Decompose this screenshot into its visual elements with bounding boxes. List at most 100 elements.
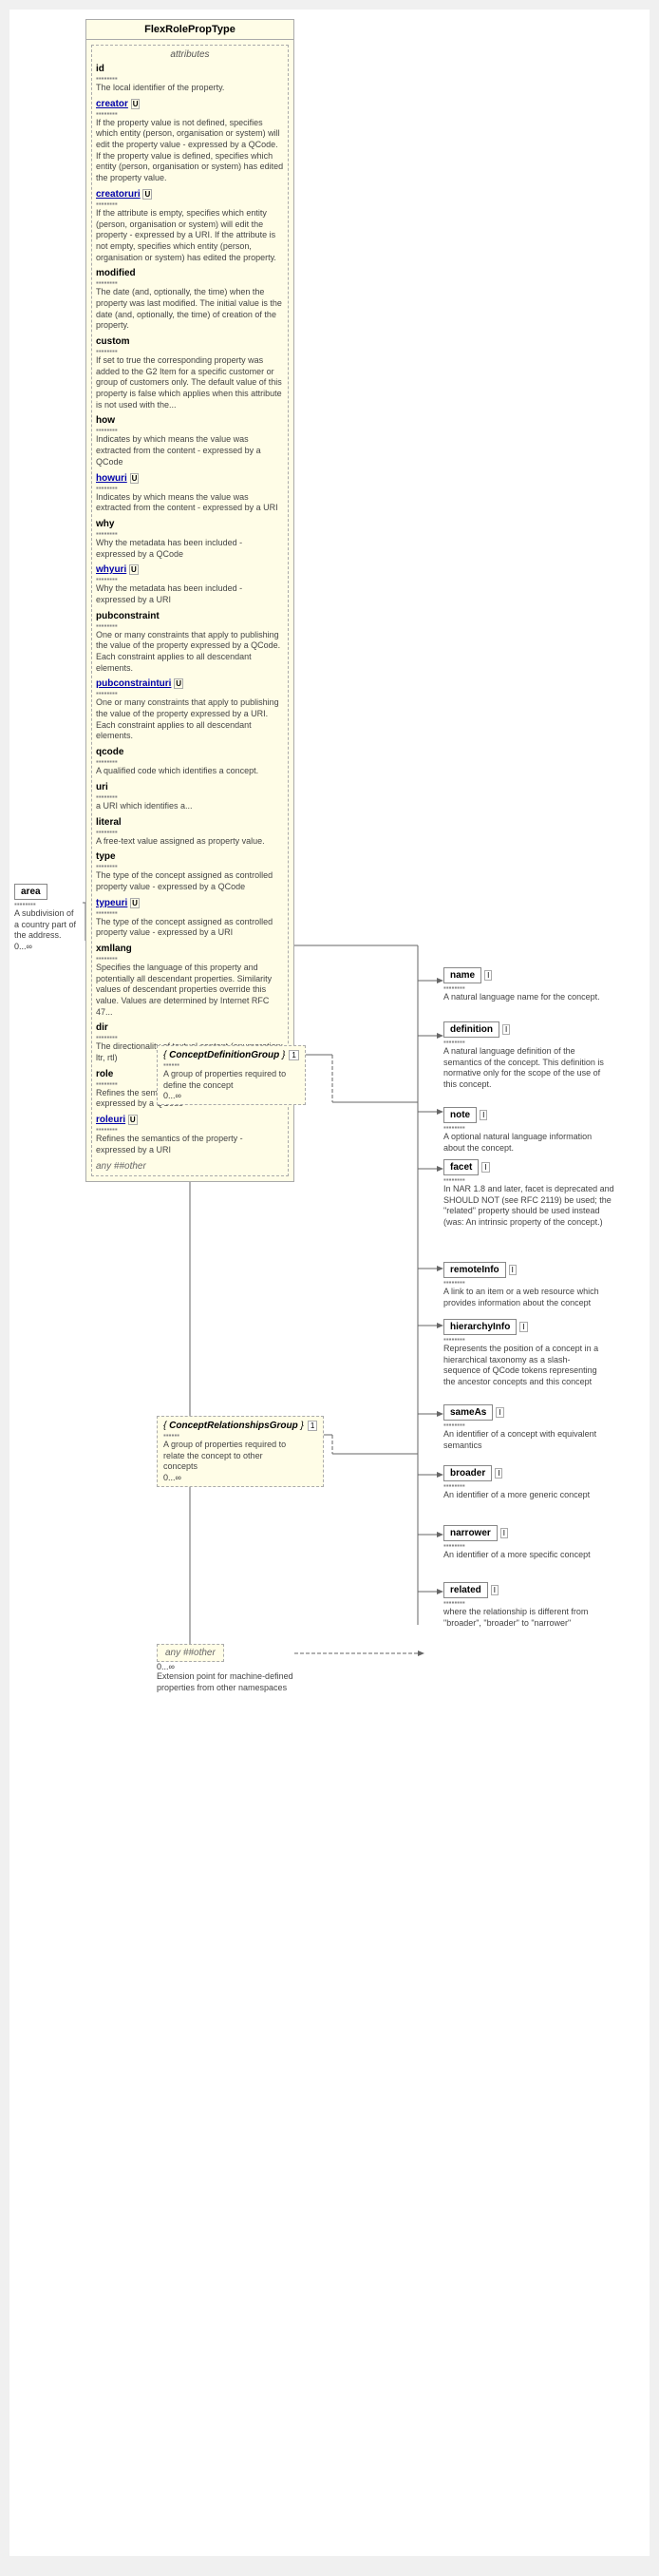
cdg-mult-badge: 1 [289, 1050, 298, 1060]
hierarchyinfo-desc: Represents the position of a concept in … [443, 1344, 605, 1388]
attr-qcode-name: qcode [96, 747, 284, 757]
attr-type-name: type [96, 851, 284, 862]
attr-modified-name: modified [96, 268, 284, 278]
attr-whyuri-dots: ▪▪▪▪▪▪▪▪ [96, 575, 284, 583]
definition-box: definition [443, 1021, 499, 1038]
attr-creator: creator U ▪▪▪▪▪▪▪▪ If the property value… [96, 99, 284, 184]
crg-mult-badge: 1 [308, 1421, 317, 1431]
concept-def-group: { ConceptDefinitionGroup } 1 ▪▪▪▪▪▪ A gr… [157, 1045, 306, 1105]
attr-pubconstrainturi: pubconstrainturi U ▪▪▪▪▪▪▪▪ One or many … [96, 678, 284, 742]
note-box: note [443, 1107, 477, 1123]
attr-id-dots: ▪▪▪▪▪▪▪▪ [96, 74, 284, 83]
attr-xmllang-desc: Specifies the language of this property … [96, 963, 284, 1018]
related-desc: where the relationship is different from… [443, 1607, 614, 1629]
attr-why-dots: ▪▪▪▪▪▪▪▪ [96, 529, 284, 538]
attr-qcode-desc: A qualified code which identifies a conc… [96, 766, 284, 777]
attr-pubconstrainturi-desc: One or many constraints that apply to pu… [96, 697, 284, 742]
concept-rel-group-name: { ConceptRelationshipsGroup } [163, 1421, 304, 1431]
broader-desc: An identifier of a more generic concept [443, 1490, 590, 1501]
attr-whyuri: whyuri U ▪▪▪▪▪▪▪▪ Why the metadata has b… [96, 564, 284, 605]
attr-literal-dots: ▪▪▪▪▪▪▪▪ [96, 828, 284, 836]
narrower-box: narrower [443, 1525, 498, 1541]
attr-typeuri-dots: ▪▪▪▪▪▪▪▪ [96, 908, 284, 917]
hierarchyinfo-box: hierarchyInfo [443, 1319, 517, 1335]
related-dots: ▪▪▪▪▪▪▪▪ [443, 1598, 614, 1607]
attr-creator-dots: ▪▪▪▪▪▪▪▪ [96, 109, 284, 118]
broader-box: broader [443, 1465, 492, 1481]
attr-id-name: id [96, 64, 284, 74]
attr-custom: custom ▪▪▪▪▪▪▪▪ If set to true the corre… [96, 336, 284, 410]
attr-whyuri-desc: Why the metadata has been included - exp… [96, 583, 284, 605]
narrower-element: narrower I ▪▪▪▪▪▪▪▪ An identifier of a m… [443, 1525, 591, 1561]
attr-pubconstraint: pubconstraint ▪▪▪▪▪▪▪▪ One or many const… [96, 611, 284, 675]
concept-def-group-name: { ConceptDefinitionGroup } [163, 1050, 285, 1060]
related-element: related I ▪▪▪▪▪▪▪▪ where the relationshi… [443, 1582, 614, 1629]
attr-custom-name: custom [96, 336, 284, 347]
attr-type-dots: ▪▪▪▪▪▪▪▪ [96, 862, 284, 870]
attr-whyuri-name: whyuri U [96, 564, 284, 575]
attr-xmllang-dots: ▪▪▪▪▪▪▪▪ [96, 954, 284, 963]
concept-rel-group-dots: ▪▪▪▪▪▪ [163, 1431, 317, 1440]
attr-typeuri: typeuri U ▪▪▪▪▪▪▪▪ The type of the conce… [96, 898, 284, 939]
hierarchyinfo-element: hierarchyInfo I ▪▪▪▪▪▪▪▪ Represents the … [443, 1319, 605, 1388]
area-multiplicity: 0...∞ [14, 942, 81, 951]
remoteinfo-badge: I [509, 1265, 517, 1275]
attr-modified: modified ▪▪▪▪▪▪▪▪ The date (and, optiona… [96, 268, 284, 332]
attr-literal: literal ▪▪▪▪▪▪▪▪ A free-text value assig… [96, 817, 284, 848]
attr-typeuri-desc: The type of the concept assigned as cont… [96, 917, 284, 939]
hierarchyinfo-badge: I [519, 1322, 527, 1332]
attr-pubconstraint-dots: ▪▪▪▪▪▪▪▪ [96, 621, 284, 630]
facet-desc: In NAR 1.8 and later, facet is deprecate… [443, 1184, 614, 1229]
attr-dir-dots: ▪▪▪▪▪▪▪▪ [96, 1033, 284, 1041]
area-desc: A subdivision of a country part of the a… [14, 908, 81, 942]
attr-creatoruri-dots: ▪▪▪▪▪▪▪▪ [96, 200, 284, 208]
facet-element: facet I ▪▪▪▪▪▪▪▪ In NAR 1.8 and later, f… [443, 1159, 614, 1229]
attr-roleuri-desc: Refines the semantics of the property - … [96, 1134, 284, 1155]
attr-howuri-desc: Indicates by which means the value was e… [96, 492, 284, 514]
sameas-desc: An identifier of a concept with equivale… [443, 1429, 605, 1451]
attr-xmllang: xmllang ▪▪▪▪▪▪▪▪ Specifies the language … [96, 944, 284, 1018]
any-other-bottom-desc: Extension point for machine-defined prop… [157, 1671, 328, 1693]
attr-typeuri-name: typeuri U [96, 898, 284, 908]
cdg-multiplicity: 0...∞ [163, 1091, 299, 1100]
remoteinfo-box: remoteInfo [443, 1262, 506, 1278]
attr-creatoruri-desc: If the attribute is empty, specifies whi… [96, 208, 284, 263]
attr-creator-name: creator U [96, 99, 284, 109]
attr-pubconstraint-name: pubconstraint [96, 611, 284, 621]
attr-why: why ▪▪▪▪▪▪▪▪ Why the metadata has been i… [96, 519, 284, 560]
concept-rel-group-desc: A group of properties required to relate… [163, 1440, 296, 1473]
attr-uri-name: uri [96, 782, 284, 792]
attr-how-desc: Indicates by which means the value was e… [96, 434, 284, 467]
attr-howuri: howuri U ▪▪▪▪▪▪▪▪ Indicates by which mea… [96, 473, 284, 514]
attr-howuri-dots: ▪▪▪▪▪▪▪▪ [96, 484, 284, 492]
attr-creatoruri: creatoruri U ▪▪▪▪▪▪▪▪ If the attribute i… [96, 189, 284, 263]
attr-type: type ▪▪▪▪▪▪▪▪ The type of the concept as… [96, 851, 284, 892]
crg-multiplicity: 0...∞ [163, 1473, 317, 1482]
sameas-badge: I [496, 1407, 503, 1418]
attr-id: id ▪▪▪▪▪▪▪▪ The local identifier of the … [96, 64, 284, 94]
attr-pubconstraint-desc: One or many constraints that apply to pu… [96, 630, 284, 675]
facet-dots: ▪▪▪▪▪▪▪▪ [443, 1175, 614, 1184]
name-dots: ▪▪▪▪▪▪▪▪ [443, 983, 600, 992]
attr-roleuri-name: roleuri U [96, 1115, 284, 1125]
attr-qcode: qcode ▪▪▪▪▪▪▪▪ A qualified code which id… [96, 747, 284, 777]
facet-box: facet [443, 1159, 479, 1175]
diagram: FlexRolePropType attributes id ▪▪▪▪▪▪▪▪ … [9, 10, 650, 2556]
attr-why-desc: Why the metadata has been included - exp… [96, 538, 284, 560]
main-type-box: FlexRolePropType attributes id ▪▪▪▪▪▪▪▪ … [85, 19, 294, 1182]
attr-creator-desc: If the property value is not defined, sp… [96, 118, 284, 184]
narrower-dots: ▪▪▪▪▪▪▪▪ [443, 1541, 591, 1550]
name-desc: A natural language name for the concept. [443, 992, 600, 1003]
remoteinfo-desc: A link to an item or a web resource whic… [443, 1287, 605, 1308]
name-box: name [443, 967, 481, 983]
any-other-bottom-box: any ##other [157, 1644, 224, 1662]
attr-custom-dots: ▪▪▪▪▪▪▪▪ [96, 347, 284, 355]
note-desc: A optional natural language information … [443, 1132, 605, 1154]
attr-creatoruri-name: creatoruri U [96, 189, 284, 200]
definition-desc: A natural language definition of the sem… [443, 1046, 605, 1091]
concept-def-group-desc: A group of properties required to define… [163, 1069, 296, 1091]
definition-element: definition I ▪▪▪▪▪▪▪▪ A natural language… [443, 1021, 605, 1091]
concept-def-group-dots: ▪▪▪▪▪▪ [163, 1060, 299, 1069]
attr-howuri-name: howuri U [96, 473, 284, 484]
attr-modified-desc: The date (and, optionally, the time) whe… [96, 287, 284, 332]
